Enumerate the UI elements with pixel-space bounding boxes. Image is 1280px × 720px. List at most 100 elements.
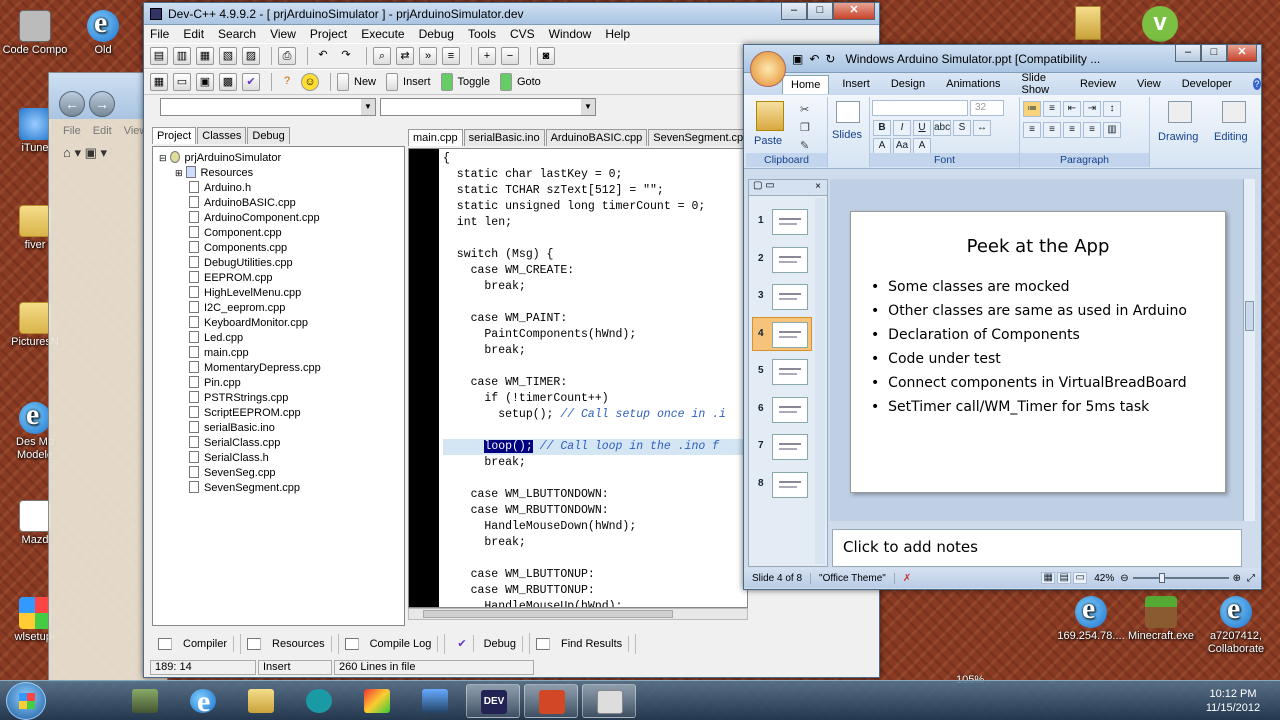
font-color-icon[interactable]: A (873, 138, 891, 154)
save-icon[interactable]: ▣ (792, 52, 803, 66)
check-icon[interactable]: ✔ (242, 73, 260, 91)
cut-icon[interactable]: ✂ (800, 101, 810, 119)
desktop-icon-ip[interactable]: 169.254.78.... (1052, 592, 1130, 643)
taskbar-ie[interactable] (176, 684, 230, 719)
compile-icon[interactable]: ▦ (150, 73, 168, 91)
horizontal-scrollbar[interactable] (408, 608, 748, 620)
notes-pane[interactable]: Click to add notes (832, 529, 1242, 567)
tab-compile-log[interactable]: Compile Log (339, 633, 446, 654)
spellcheck-icon[interactable]: ✗ (895, 573, 919, 584)
slide-bullet[interactable]: • Declaration of Components (871, 323, 1225, 347)
slide-thumbnail[interactable] (772, 209, 808, 235)
slide-scrollbar[interactable] (1243, 179, 1255, 521)
paste-icon[interactable] (756, 101, 784, 131)
goto-button[interactable]: Goto (499, 73, 541, 91)
save-all-icon[interactable]: ▧ (219, 47, 237, 65)
numbering-icon[interactable]: ≡ (1043, 101, 1061, 117)
class-select[interactable]: ▼ (160, 98, 376, 116)
italic-icon[interactable]: I (893, 120, 911, 136)
slide-bullet[interactable]: • Other classes are same as used in Ardu… (871, 299, 1225, 323)
slide-bullet[interactable]: • Some classes are mocked (871, 275, 1225, 299)
tab-debug[interactable]: Debug (247, 127, 290, 144)
normal-view-icon[interactable]: ▦ (1041, 572, 1056, 584)
tree-file[interactable]: SerialClass.h (159, 451, 404, 466)
tab-main-cpp[interactable]: main.cpp (408, 129, 463, 146)
scrollbar-thumb[interactable] (423, 610, 673, 618)
line-spacing-icon[interactable]: ↕ (1103, 101, 1121, 117)
zoom-in-icon[interactable]: ⊕ (1233, 573, 1241, 584)
tree-file[interactable]: MomentaryDepress.cpp (159, 361, 404, 376)
taskbar-devcpp[interactable]: DEV (466, 684, 520, 718)
find-icon[interactable] (1222, 101, 1246, 123)
spacing-icon[interactable]: ↔ (973, 120, 991, 136)
tab-project[interactable]: Project (152, 127, 197, 144)
project-options-icon[interactable]: ◙ (537, 47, 555, 65)
maximize-button[interactable]: □ (807, 3, 833, 20)
tree-file[interactable]: main.cpp (159, 346, 404, 361)
redo-icon[interactable]: ↷ (337, 47, 355, 65)
open-file-icon[interactable]: ▥ (173, 47, 191, 65)
office-button[interactable] (750, 51, 786, 87)
menu-cvs[interactable]: CVS (510, 27, 535, 41)
insert-button[interactable]: Insert (386, 73, 431, 91)
slideshow-view-icon[interactable]: ▭ (1073, 572, 1088, 584)
remove-from-project-icon[interactable]: − (501, 47, 519, 65)
taskbar-arduino[interactable] (292, 684, 346, 718)
tab-arduinobasic-cpp[interactable]: ArduinoBASIC.cpp (545, 129, 648, 146)
menu-project[interactable]: Project (310, 27, 347, 41)
close-file-icon[interactable]: ▨ (242, 47, 260, 65)
tree-file[interactable]: ArduinoBASIC.cpp (159, 196, 404, 211)
menu-file[interactable]: File (150, 27, 169, 41)
tab-slide-show[interactable]: Slide Show (1022, 72, 1059, 96)
replace-icon[interactable]: ⇄ (396, 47, 414, 65)
tab-home[interactable]: Home (782, 74, 830, 94)
folder-icon[interactable] (1075, 6, 1101, 40)
clock[interactable]: 10:12 PM 11/15/2012 (1196, 687, 1270, 715)
tab-find-results[interactable]: Find Results (530, 633, 637, 654)
slide-bullet[interactable]: • Code under test (871, 347, 1225, 371)
new-file-icon[interactable]: ▤ (150, 47, 168, 65)
drawing-button[interactable]: Drawing (1158, 131, 1198, 143)
tree-file[interactable]: serialBasic.ino (159, 421, 404, 436)
about-icon[interactable]: ☺ (301, 73, 319, 91)
explorer-menu-file[interactable]: File (63, 125, 81, 137)
thumbnail-scrollbar[interactable] (815, 198, 825, 564)
new-button[interactable]: New (337, 73, 376, 91)
taskbar-powerpoint[interactable] (524, 684, 578, 718)
menu-execute[interactable]: Execute (361, 27, 404, 41)
tab-insert[interactable]: Insert (842, 78, 870, 90)
tree-file[interactable]: SevenSegment.cpp (159, 481, 404, 496)
run-icon[interactable]: ▭ (173, 73, 191, 91)
align-left-icon[interactable]: ≡ (1023, 122, 1041, 138)
taskbar-network[interactable] (408, 684, 462, 718)
tab-compiler[interactable]: Compiler (152, 633, 242, 654)
explorer-menu-edit[interactable]: Edit (93, 125, 112, 137)
menu-view[interactable]: View (270, 27, 296, 41)
taskbar-app-5[interactable] (350, 684, 404, 718)
redo-icon[interactable]: ↻ (825, 52, 835, 66)
tree-resources[interactable]: ⊞ Resources (159, 166, 404, 181)
slide-canvas[interactable]: Peek at the App • Some classes are mocke… (850, 211, 1226, 493)
desktop-icon-old[interactable]: Old (68, 6, 138, 57)
fit-window-icon[interactable]: ⤢ (1247, 573, 1255, 584)
taskbar-app-9[interactable] (582, 684, 636, 718)
close-button[interactable]: ✕ (833, 3, 875, 20)
menu-help[interactable]: Help (605, 27, 630, 41)
tree-file[interactable]: HighLevelMenu.cpp (159, 286, 404, 301)
print-icon[interactable]: ⎙ (278, 47, 296, 65)
menu-window[interactable]: Window (549, 27, 592, 41)
desktop-icon-minecraft[interactable]: Minecraft.exe (1124, 596, 1198, 643)
tree-file[interactable]: DebugUtilities.cpp (159, 256, 404, 271)
change-case-icon[interactable]: Aa (893, 138, 911, 154)
sorter-view-icon[interactable]: ▤ (1057, 572, 1072, 584)
underline-icon[interactable]: U (913, 120, 931, 136)
close-pane-icon[interactable]: × (815, 181, 821, 192)
increase-indent-icon[interactable]: ⇥ (1083, 101, 1101, 117)
menu-edit[interactable]: Edit (183, 27, 204, 41)
new-slide-icon[interactable] (836, 101, 860, 123)
tree-file[interactable]: SevenSeg.cpp (159, 466, 404, 481)
tab-sevensegment-cpp[interactable]: SevenSegment.cpp (648, 129, 755, 146)
minimize-button[interactable]: – (1175, 45, 1201, 62)
tree-file[interactable]: SerialClass.cpp (159, 436, 404, 451)
slides-button[interactable]: Slides (832, 129, 862, 141)
